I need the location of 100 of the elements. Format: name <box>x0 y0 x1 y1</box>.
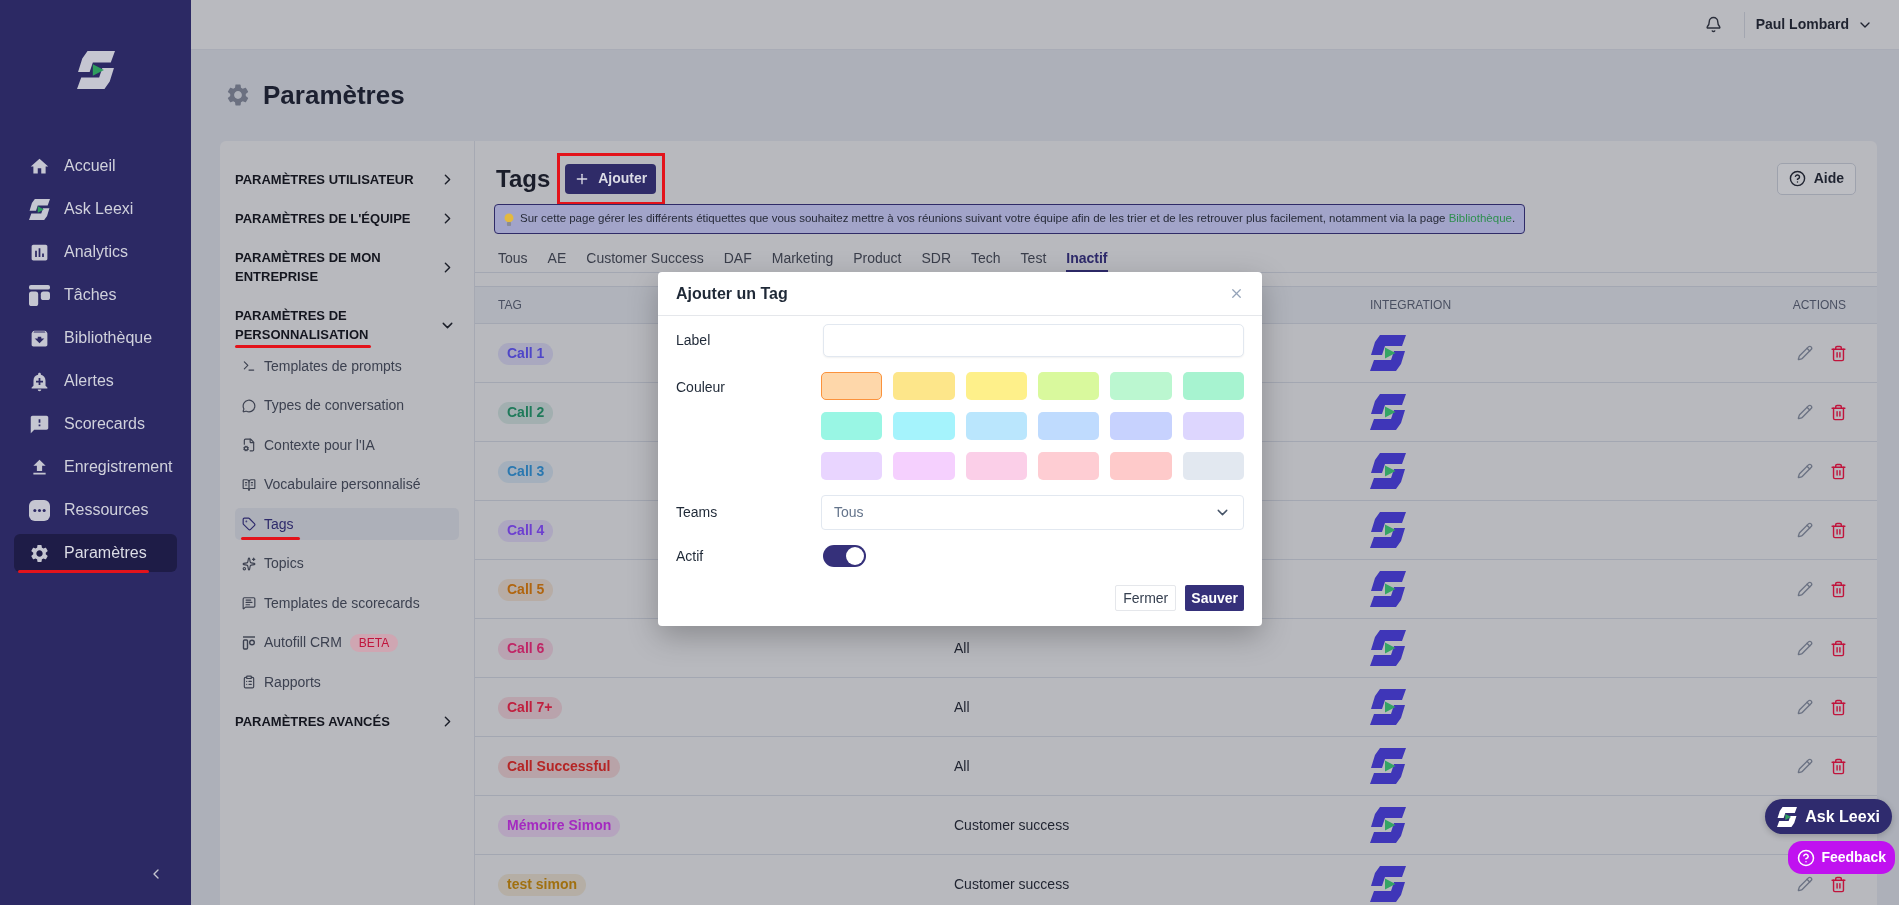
pencil-icon[interactable] <box>1797 876 1813 892</box>
swatch-icon[interactable] <box>893 372 955 400</box>
swatch-icon[interactable] <box>821 372 883 400</box>
filter-tab[interactable]: DAF <box>723 248 752 272</box>
integration-logo <box>1370 748 1406 784</box>
sidebar-item[interactable]: Tâches <box>14 276 177 314</box>
settings-section[interactable]: PARAMÈTRES AVANCÉS <box>220 702 474 741</box>
filter-tab[interactable]: AE <box>547 248 567 272</box>
integration-logo <box>1370 453 1406 489</box>
filter-tab[interactable]: Test <box>1020 248 1047 272</box>
tag-pill: Mémoire Simon <box>498 814 621 837</box>
help-icon <box>1797 848 1816 867</box>
chat-bubble-icon <box>242 398 256 413</box>
clipboard-icon <box>242 675 256 689</box>
swatch-icon[interactable] <box>965 452 1027 480</box>
swatch-icon[interactable] <box>1038 412 1100 440</box>
pencil-icon[interactable] <box>1797 404 1813 420</box>
trash-icon[interactable] <box>1830 757 1847 775</box>
sidebar-item[interactable]: Ressources <box>14 491 177 529</box>
tag-pill: Call 4 <box>498 519 554 542</box>
integration-logo <box>1370 807 1406 843</box>
help-button[interactable]: Aide <box>1776 162 1856 195</box>
field-label: Teams <box>676 503 719 522</box>
swatch-icon[interactable] <box>821 452 883 480</box>
settings-subitem[interactable]: Templates de prompts <box>235 350 459 382</box>
swatch-icon[interactable] <box>1110 412 1172 440</box>
text-input[interactable] <box>823 324 1244 357</box>
pencil-icon[interactable] <box>1797 581 1813 597</box>
sidebar-item[interactable]: Ask Leexi <box>14 190 177 228</box>
feedback-button[interactable]: Feedback <box>1788 841 1895 874</box>
tag-pill: Call Successful <box>498 755 620 778</box>
trash-icon[interactable] <box>1830 580 1847 598</box>
settings-section[interactable]: PARAMÈTRES DE PERSONNALISATION <box>220 296 474 346</box>
trash-icon[interactable] <box>1830 403 1847 421</box>
swatch-icon[interactable] <box>1182 372 1244 400</box>
bell-icon[interactable] <box>1704 16 1722 33</box>
gear-icon <box>225 82 251 108</box>
pencil-icon[interactable] <box>1797 758 1813 774</box>
trash-icon[interactable] <box>1830 875 1847 893</box>
settings-subitem[interactable]: Autofill CRM BETA <box>235 626 459 659</box>
settings-subitem[interactable]: Vocabulaire personnalisé <box>235 468 459 501</box>
filter-tab[interactable]: Tech <box>971 248 1001 272</box>
settings-subitem[interactable]: Contexte pour l'IA <box>235 429 459 461</box>
settings-subitem[interactable]: Types de conversation <box>235 389 459 422</box>
swatch-icon[interactable] <box>1182 452 1244 480</box>
section-title: Tags <box>496 163 551 194</box>
user-menu[interactable]: Paul Lombard <box>1755 14 1873 35</box>
swatch-icon[interactable] <box>965 372 1027 400</box>
sidebar-item[interactable]: Bibliothèque <box>14 319 177 357</box>
settings-subitem[interactable]: Tags <box>235 508 459 540</box>
help-icon <box>1788 170 1806 187</box>
swatch-icon[interactable] <box>821 412 883 440</box>
trash-icon[interactable] <box>1830 521 1847 539</box>
settings-section[interactable]: PARAMÈTRES DE MON ENTREPRISE <box>220 238 474 296</box>
pencil-icon[interactable] <box>1797 640 1813 656</box>
sparkles-icon <box>242 556 256 571</box>
swatch-icon[interactable] <box>1038 452 1100 480</box>
pencil-icon[interactable] <box>1797 463 1813 479</box>
sidebar-item[interactable]: Accueil <box>14 147 177 185</box>
close-button[interactable]: Fermer <box>1115 585 1177 611</box>
pencil-icon[interactable] <box>1797 345 1813 361</box>
filter-tab[interactable]: Marketing <box>771 248 834 272</box>
trash-icon[interactable] <box>1830 462 1847 480</box>
board-icon <box>29 284 50 306</box>
filter-tab[interactable]: Product <box>853 248 902 272</box>
trash-icon[interactable] <box>1830 639 1847 657</box>
filter-tab[interactable]: SDR <box>921 248 952 272</box>
tag-pill: Call 3 <box>498 460 554 483</box>
sidebar-item[interactable]: Alertes <box>14 362 177 400</box>
assistant-button[interactable]: Ask Leexi <box>1765 799 1892 834</box>
sidebar-item[interactable]: Scorecards <box>14 405 177 443</box>
team-select[interactable]: Tous <box>821 495 1244 530</box>
swatch-icon[interactable] <box>1182 412 1244 440</box>
filter-tab[interactable]: Tous <box>498 248 528 272</box>
swatch-icon[interactable] <box>893 452 955 480</box>
trash-icon[interactable] <box>1830 698 1847 716</box>
pencil-icon[interactable] <box>1797 699 1813 715</box>
close-icon[interactable] <box>1229 286 1244 301</box>
swatch-icon[interactable] <box>893 412 955 440</box>
integration-logo <box>1370 335 1406 371</box>
swatch-icon[interactable] <box>1038 372 1100 400</box>
integration-logo <box>1370 866 1406 902</box>
swatch-icon[interactable] <box>965 412 1027 440</box>
trash-icon[interactable] <box>1830 344 1847 362</box>
sidebar-item[interactable]: Enregistrement <box>14 448 177 486</box>
swatch-icon[interactable] <box>1110 372 1172 400</box>
tag-pill: Call 6 <box>498 637 554 660</box>
toggle-switch[interactable] <box>823 545 866 567</box>
filter-tab[interactable]: Customer Success <box>586 248 704 272</box>
pencil-icon[interactable] <box>1797 522 1813 538</box>
sidebar-item[interactable]: Paramètres <box>14 534 177 572</box>
settings-section[interactable]: PARAMÈTRES DE L'ÉQUIPE <box>220 199 474 238</box>
save-button[interactable]: Sauver <box>1185 585 1244 611</box>
add-button[interactable]: Ajouter <box>565 163 657 194</box>
settings-subitem[interactable]: Rapports <box>235 666 459 698</box>
settings-subitem[interactable]: Topics <box>235 547 459 580</box>
swatch-icon[interactable] <box>1110 452 1172 480</box>
settings-subitem[interactable]: Templates de scorecards <box>235 587 459 619</box>
sidebar-item[interactable]: Analytics <box>14 233 177 271</box>
settings-section[interactable]: PARAMÈTRES UTILISATEUR <box>220 160 474 199</box>
